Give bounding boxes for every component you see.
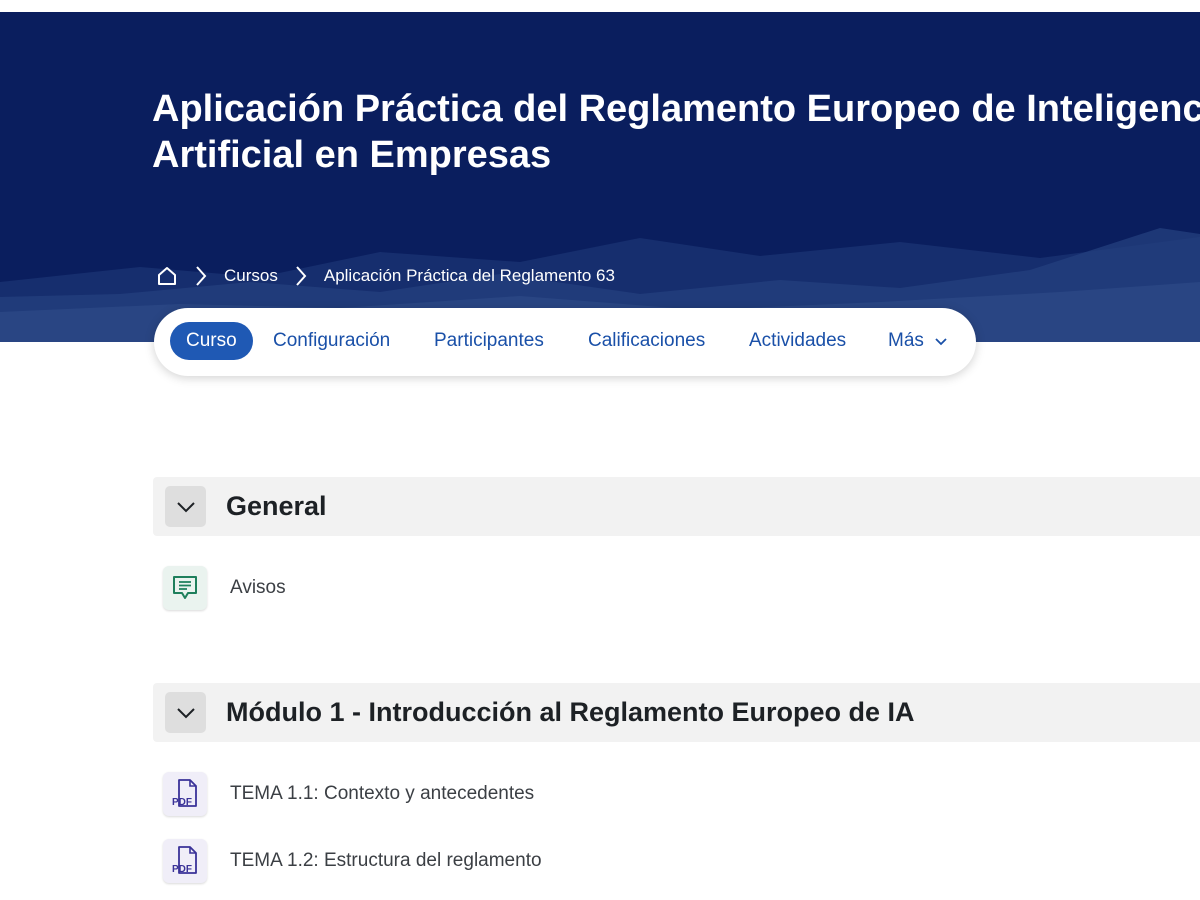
breadcrumb-item-course[interactable]: Aplicación Práctica del Reglamento 63 (324, 266, 615, 286)
activity-item-pdf: PDF TEMA 1.2: Estructura del reglamento (163, 839, 1163, 885)
course-title: Aplicación Práctica del Reglamento Europ… (152, 86, 1200, 178)
breadcrumb: Cursos Aplicación Práctica del Reglament… (156, 264, 615, 288)
tab-mas[interactable]: Más (888, 322, 947, 360)
chevron-down-icon (176, 501, 195, 512)
pdf-icon: PDF (163, 772, 207, 816)
tab-calificaciones[interactable]: Calificaciones (588, 322, 705, 360)
pdf-icon: PDF (163, 839, 207, 883)
activity-link[interactable]: Avisos (230, 566, 286, 610)
pdf-icon-label: PDF (172, 797, 192, 808)
course-secondary-nav: Curso Configuración Participantes Califi… (154, 308, 976, 376)
tab-participantes[interactable]: Participantes (434, 322, 544, 360)
forum-icon (163, 566, 207, 610)
activity-item-forum: Avisos (163, 566, 1163, 612)
course-title-line-1: Aplicación Práctica del Reglamento Europ… (152, 88, 1200, 130)
section-title[interactable]: Módulo 1 - Introducción al Reglamento Eu… (226, 683, 915, 742)
chevron-down-icon (176, 707, 195, 718)
section-general: General (153, 477, 1200, 536)
section-title[interactable]: General (226, 477, 327, 536)
top-strip (0, 0, 1200, 12)
activity-item-pdf: PDF TEMA 1.1: Contexto y antecedentes (163, 772, 1163, 818)
activity-link[interactable]: TEMA 1.2: Estructura del reglamento (230, 839, 542, 883)
course-header-banner: Aplicación Práctica del Reglamento Europ… (0, 12, 1200, 342)
tab-configuracion[interactable]: Configuración (273, 322, 390, 360)
section-collapse-toggle[interactable] (165, 486, 206, 527)
chevron-right-icon (194, 265, 208, 287)
breadcrumb-item-cursos[interactable]: Cursos (224, 266, 278, 286)
section-modulo-1: Módulo 1 - Introducción al Reglamento Eu… (153, 683, 1200, 742)
section-collapse-toggle[interactable] (165, 692, 206, 733)
course-title-line-2: Artificial en Empresas (152, 134, 552, 176)
chevron-down-icon (935, 322, 947, 360)
pdf-icon-label: PDF (172, 864, 192, 875)
tab-mas-label: Más (888, 330, 924, 352)
activity-link[interactable]: TEMA 1.1: Contexto y antecedentes (230, 772, 534, 816)
chevron-right-icon (294, 265, 308, 287)
home-icon[interactable] (156, 265, 178, 287)
tab-actividades[interactable]: Actividades (749, 322, 846, 360)
tab-curso[interactable]: Curso (170, 322, 253, 360)
